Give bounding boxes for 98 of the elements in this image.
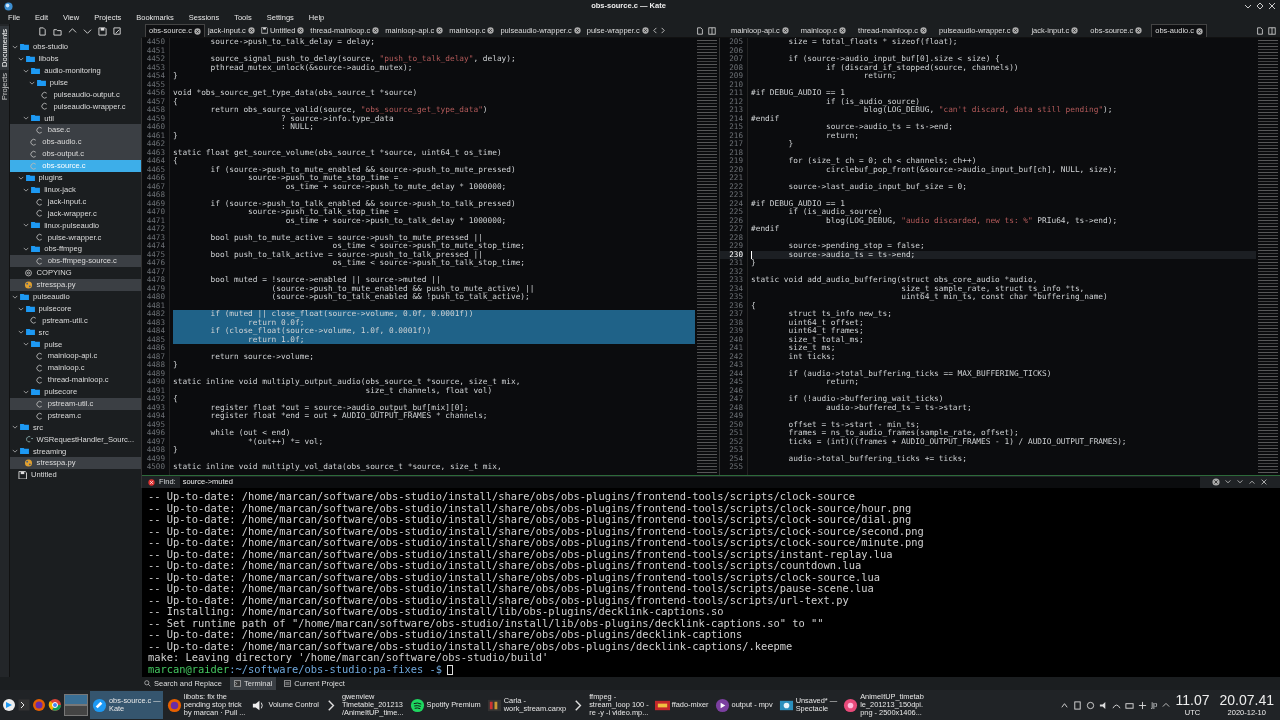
close-icon[interactable] bbox=[297, 27, 305, 34]
chevron-icon[interactable] bbox=[23, 341, 30, 348]
folder-icon bbox=[20, 423, 29, 432]
chevron-right-icon[interactable] bbox=[658, 27, 666, 34]
close-icon[interactable] bbox=[1071, 27, 1079, 34]
terminal-cursor bbox=[447, 664, 454, 675]
terminal-line: -- Up-to-date: /home/marcan/software/obs-studio/install/share/obs/obs-plugins/frontend-tools/scripts/clock-source/second.png bbox=[148, 525, 925, 537]
c-file-icon bbox=[34, 233, 44, 242]
terminal-line: -- Up-to-date: /home/marcan/software/obs-studio/install/share/obs/obs-plugins/frontend-tools/scripts/clock-source/dial.png bbox=[148, 514, 913, 526]
image-icon[interactable] bbox=[843, 697, 859, 713]
chevron-icon[interactable] bbox=[12, 293, 18, 300]
minimap[interactable] bbox=[697, 40, 717, 473]
terminal-line: -- Up-to-date: /home/marcan/software/obs-studio/install/share/obs/obs-plugins/decklink-captions bbox=[148, 629, 743, 641]
c-file-icon bbox=[34, 256, 44, 265]
terminal-line: -- Up-to-date: /home/marcan/software/obs-studio/install/share/obs/obs-plugins/frontend-tools/scripts/clock-source/hour.png bbox=[148, 502, 913, 514]
folder-icon bbox=[31, 221, 41, 230]
list-icon bbox=[284, 680, 292, 687]
chevron-icon[interactable] bbox=[17, 329, 24, 336]
chevron-icon[interactable] bbox=[17, 305, 24, 312]
chevron-icon[interactable] bbox=[23, 246, 30, 253]
save-as-icon[interactable] bbox=[113, 26, 122, 36]
text-file-icon bbox=[23, 268, 33, 277]
close-icon[interactable] bbox=[1260, 478, 1268, 486]
chevron-icon[interactable] bbox=[12, 448, 18, 455]
close-icon[interactable] bbox=[436, 27, 444, 34]
close-icon[interactable] bbox=[781, 27, 789, 34]
close-icon[interactable] bbox=[839, 27, 847, 34]
close-icon[interactable] bbox=[1268, 2, 1276, 10]
split-view-icon[interactable] bbox=[1268, 26, 1276, 35]
search-icon bbox=[144, 680, 151, 687]
prompt-host: marcan@raider bbox=[148, 662, 230, 675]
play-icon[interactable] bbox=[714, 697, 730, 713]
terminal-icon bbox=[233, 680, 241, 687]
terminal-line: -- Up-to-date: /home/marcan/software/obs-studio/install/share/obs/obs-plugins/frontend-tools/scripts/pause-scene.lua bbox=[148, 583, 874, 595]
chevron-icon[interactable] bbox=[23, 222, 30, 229]
editor-icon[interactable] bbox=[92, 697, 107, 713]
chevron-icon[interactable] bbox=[12, 424, 18, 431]
file-icon bbox=[23, 435, 33, 444]
prompt-path: :~/software/obs-studio:pa-fixes -$ bbox=[229, 662, 443, 675]
start-menu-icon[interactable] bbox=[2, 698, 16, 712]
maximize-icon[interactable] bbox=[1256, 2, 1264, 10]
chevron-icon[interactable] bbox=[23, 388, 30, 395]
terminal-line: -- Up-to-date: /home/marcan/software/obs-studio/install/share/obs/obs-plugins/frontend-tools/scripts/countdown.lua bbox=[148, 560, 862, 572]
terminal-icon[interactable] bbox=[18, 699, 30, 711]
save-icon bbox=[260, 27, 268, 34]
new-tab-icon[interactable] bbox=[1256, 26, 1264, 35]
new-tab-icon[interactable] bbox=[696, 26, 704, 35]
save-icon bbox=[18, 471, 27, 479]
chevron-icon[interactable] bbox=[23, 186, 30, 193]
chevron-up-icon[interactable] bbox=[1161, 701, 1170, 709]
new-document-icon[interactable] bbox=[38, 26, 47, 36]
chevron-icon[interactable] bbox=[23, 115, 30, 122]
mixer-icon[interactable] bbox=[486, 697, 502, 713]
close-icon[interactable] bbox=[1196, 27, 1204, 35]
keyboard-layout[interactable]: jp bbox=[1151, 699, 1158, 711]
music-icon[interactable] bbox=[409, 697, 425, 713]
terminal-line: -- Up-to-date: /home/marcan/software/obs-studio/install/share/obs/obs-plugins/frontend-tools/scripts/url-text.py bbox=[148, 594, 849, 606]
close-icon[interactable] bbox=[1012, 27, 1020, 34]
close-icon[interactable] bbox=[1212, 478, 1220, 486]
chevron-icon[interactable] bbox=[23, 67, 30, 74]
close-icon[interactable] bbox=[1135, 27, 1143, 34]
close-icon[interactable] bbox=[193, 27, 201, 35]
folder-icon[interactable] bbox=[53, 26, 62, 36]
chevron-icon[interactable] bbox=[28, 79, 35, 86]
terminal-line: -- Installing: /home/marcan/software/obs-studio/install/lib/obs-plugins/decklink-captions.so bbox=[148, 606, 724, 618]
clock-time: 20.07.41 bbox=[1219, 693, 1274, 709]
terminal-line: -- Set runtime path of "/home/marcan/software/obs-studio/install/lib/obs-plugins/decklink-captions.so" to "" bbox=[148, 617, 825, 629]
close-icon[interactable] bbox=[641, 27, 649, 34]
chevron-up-icon[interactable] bbox=[1248, 478, 1256, 486]
python-icon bbox=[23, 459, 33, 468]
chevron-down-icon[interactable] bbox=[83, 26, 92, 36]
terminal-line: -- Up-to-date: /home/marcan/software/obs-studio/install/share/obs/obs-plugins/frontend-tools/scripts/clock-source.lua bbox=[148, 571, 881, 583]
minimize-icon[interactable] bbox=[1244, 2, 1252, 10]
close-icon[interactable] bbox=[247, 27, 255, 34]
chevron-up-icon[interactable] bbox=[68, 26, 77, 36]
text-cursor bbox=[751, 250, 752, 259]
clock-time: 11.07 bbox=[1175, 693, 1210, 709]
split-view-icon[interactable] bbox=[708, 26, 716, 35]
chevron-icon[interactable] bbox=[17, 55, 24, 62]
chevron-icon[interactable] bbox=[17, 174, 24, 181]
chevron-left-icon[interactable] bbox=[651, 27, 659, 34]
close-icon[interactable] bbox=[372, 27, 380, 34]
terminal-line: -- Up-to-date: /home/marcan/software/obs-studio/install/share/obs/obs-plugins/decklink-captions/.keepme bbox=[148, 640, 794, 652]
chevron-icon[interactable] bbox=[12, 43, 18, 50]
terminal-line: -- Up-to-date: /home/marcan/software/obs-studio/install/share/obs/obs-plugins/frontend-tools/scripts/clock-source/minute.png bbox=[148, 537, 925, 549]
close-icon[interactable] bbox=[920, 27, 928, 34]
app-icon bbox=[4, 1, 13, 11]
close-icon[interactable] bbox=[148, 478, 155, 486]
close-icon[interactable] bbox=[573, 27, 581, 34]
c-file-icon bbox=[29, 316, 39, 325]
save-icon[interactable] bbox=[98, 26, 107, 36]
close-icon[interactable] bbox=[487, 27, 495, 34]
terminal-line: -- Up-to-date: /home/marcan/software/obs-studio/install/share/obs/obs-plugins/frontend-tools/scripts/clock-source bbox=[148, 491, 856, 503]
terminal-line: make: Leaving directory '/home/marcan/software/obs-studio/build' bbox=[148, 652, 549, 664]
python-icon bbox=[23, 280, 33, 289]
browser-icon[interactable] bbox=[48, 698, 62, 712]
terminal-line: -- Up-to-date: /home/marcan/software/obs-studio/install/share/obs/obs-plugins/frontend-tools/scripts/instant-replay.lua bbox=[148, 548, 893, 560]
tray-icon[interactable] bbox=[1138, 700, 1148, 710]
